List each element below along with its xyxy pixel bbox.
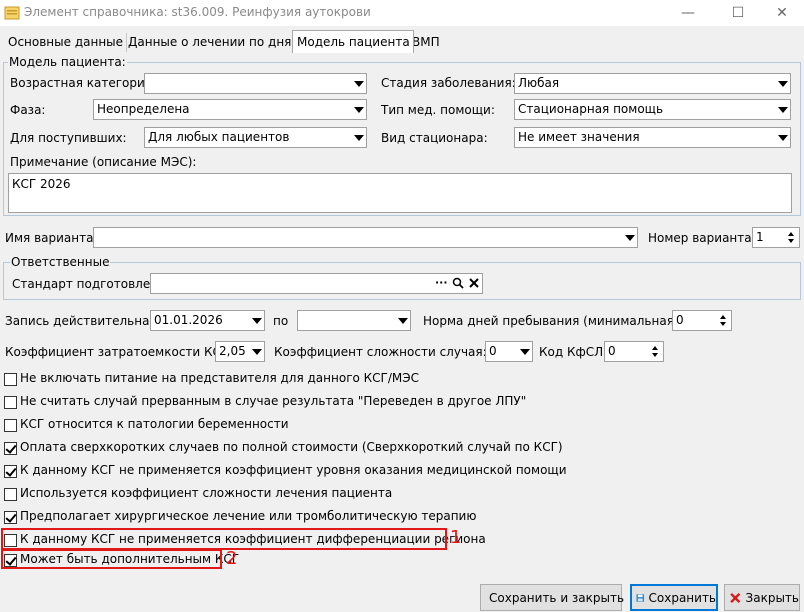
highlight-box-2 xyxy=(1,549,222,569)
tab-main-data[interactable]: Основные данные xyxy=(4,33,128,52)
variant-name-select[interactable] xyxy=(93,227,638,248)
standard-prepared-label: Стандарт подготовлен: xyxy=(12,277,163,291)
maximize-button[interactable]: ☐ xyxy=(716,0,760,26)
chevron-down-icon xyxy=(398,318,408,324)
checkbox-ultra-short-label[interactable]: Оплата сверхкоротких случаев по полной с… xyxy=(20,440,563,454)
note-textarea[interactable]: КСГ 2026 xyxy=(8,173,792,213)
standard-prepared-field[interactable]: ··· xyxy=(150,273,483,294)
annotation-number-2: 2 xyxy=(226,548,238,569)
checkbox-complexity-used[interactable] xyxy=(4,488,17,501)
kfsl-spinner[interactable]: 0 xyxy=(604,341,664,362)
chevron-down-icon xyxy=(520,349,530,355)
min-stay-spinner[interactable]: 0 xyxy=(672,310,732,331)
chevron-down-icon xyxy=(252,318,262,324)
chevron-down-icon xyxy=(625,235,635,241)
variant-number-spinner[interactable]: 1 xyxy=(752,227,800,248)
checkbox-surgical-label[interactable]: Предполагает хирургическое лечение или т… xyxy=(20,509,476,523)
spinner-arrows-icon[interactable] xyxy=(649,343,662,360)
checkbox-surgical[interactable] xyxy=(4,511,17,524)
minimize-button[interactable]: — xyxy=(666,0,710,26)
valid-to-date[interactable] xyxy=(297,310,411,331)
min-stay-label: Норма дней пребывания (минимальная): xyxy=(423,314,683,328)
checkbox-not-interrupted-label[interactable]: Не считать случай прерванным в случае ре… xyxy=(20,394,526,408)
cost-coef-select[interactable]: 2,05 xyxy=(215,341,265,362)
chevron-down-icon xyxy=(354,135,364,141)
close-window-button[interactable]: ✕ xyxy=(760,0,804,26)
responsible-legend: Ответственные xyxy=(10,255,111,269)
tab-patient-model[interactable]: Модель пациента xyxy=(292,30,414,53)
note-label: Примечание (описание МЭС): xyxy=(10,155,197,169)
checkbox-complexity-used-label[interactable]: Используется коэффициент сложности лечен… xyxy=(20,486,392,500)
variant-number-label: Номер варианта: xyxy=(648,231,756,245)
age-category-select[interactable] xyxy=(144,73,367,94)
chevron-down-icon xyxy=(354,107,364,113)
close-label: Закрыть xyxy=(745,590,799,605)
spinner-arrows-icon[interactable] xyxy=(717,312,730,329)
phase-label: Фаза: xyxy=(10,103,46,117)
window-title: Элемент справочника: st36.009. Реинфузия… xyxy=(24,5,371,19)
annotation-number-1: 1 xyxy=(450,527,462,548)
checkbox-no-level-coef-label[interactable]: К данному КСГ не применяется коэффициент… xyxy=(20,463,567,477)
more-icon[interactable]: ··· xyxy=(435,276,448,289)
checkbox-pregnancy-label[interactable]: КСГ относится к патологии беременности xyxy=(20,417,289,431)
variant-name-label: Имя варианта: xyxy=(5,231,98,245)
clear-icon[interactable] xyxy=(468,277,480,289)
save-icon xyxy=(636,593,645,602)
valid-from-date[interactable]: 01.01.2026 xyxy=(150,310,265,331)
tab-panel: Модель пациента: Возрастная категория: С… xyxy=(0,52,804,612)
checkbox-ultra-short[interactable] xyxy=(4,442,17,455)
valid-from-label: Запись действительна с: xyxy=(5,314,164,328)
save-and-close-button[interactable]: Сохранить и закрыть xyxy=(480,584,625,611)
app-icon xyxy=(4,6,20,20)
checkbox-no-meals-label[interactable]: Не включать питание на представителя для… xyxy=(20,371,419,385)
search-icon[interactable] xyxy=(452,277,464,289)
close-button[interactable]: Закрыть xyxy=(724,584,800,611)
chevron-down-icon xyxy=(354,81,364,87)
hospital-type-label: Вид стационара: xyxy=(381,131,488,145)
checkbox-no-meals[interactable] xyxy=(4,373,17,386)
stage-select[interactable]: Любая xyxy=(514,73,791,94)
title-bar: Элемент справочника: st36.009. Реинфузия… xyxy=(0,0,804,26)
care-type-label: Тип мед. помощи: xyxy=(381,103,495,117)
chevron-down-icon xyxy=(778,81,788,87)
checkbox-no-level-coef[interactable] xyxy=(4,465,17,478)
save-and-close-label: Сохранить и закрыть xyxy=(489,590,625,605)
tab-daily-treatment[interactable]: Данные о лечении по дням xyxy=(124,33,305,52)
spinner-arrows-icon[interactable] xyxy=(785,229,798,246)
hospital-type-select[interactable]: Не имеет значения xyxy=(514,127,791,148)
tab-bar: Основные данные Данные о лечении по дням… xyxy=(0,30,804,53)
phase-select[interactable]: Неопределена xyxy=(93,99,367,120)
kfsl-label: Код КфСЛ: xyxy=(539,345,608,359)
admission-label: Для поступивших: xyxy=(10,131,127,145)
age-category-label: Возрастная категория: xyxy=(10,76,157,90)
valid-to-label: по xyxy=(273,314,289,328)
complexity-coef-label: Коэффициент сложности случая: xyxy=(274,345,487,359)
care-type-select[interactable]: Стационарная помощь xyxy=(514,99,791,120)
admission-select[interactable]: Для любых пациентов xyxy=(144,127,367,148)
stage-label: Стадия заболевания: xyxy=(381,76,516,90)
checkbox-not-interrupted[interactable] xyxy=(4,396,17,409)
complexity-coef-select[interactable]: 0 xyxy=(485,341,533,362)
chevron-down-icon xyxy=(778,107,788,113)
save-label: Сохранить xyxy=(648,590,717,605)
chevron-down-icon xyxy=(778,135,788,141)
chevron-down-icon xyxy=(252,349,262,355)
patient-model-legend: Модель пациента: xyxy=(8,55,127,69)
highlight-box-1 xyxy=(1,528,447,550)
close-icon xyxy=(730,592,741,603)
checkbox-pregnancy[interactable] xyxy=(4,419,17,432)
save-button[interactable]: Сохранить xyxy=(630,584,718,611)
cost-coef-label: Коэффициент затратоемкости КСГ: xyxy=(5,345,233,359)
